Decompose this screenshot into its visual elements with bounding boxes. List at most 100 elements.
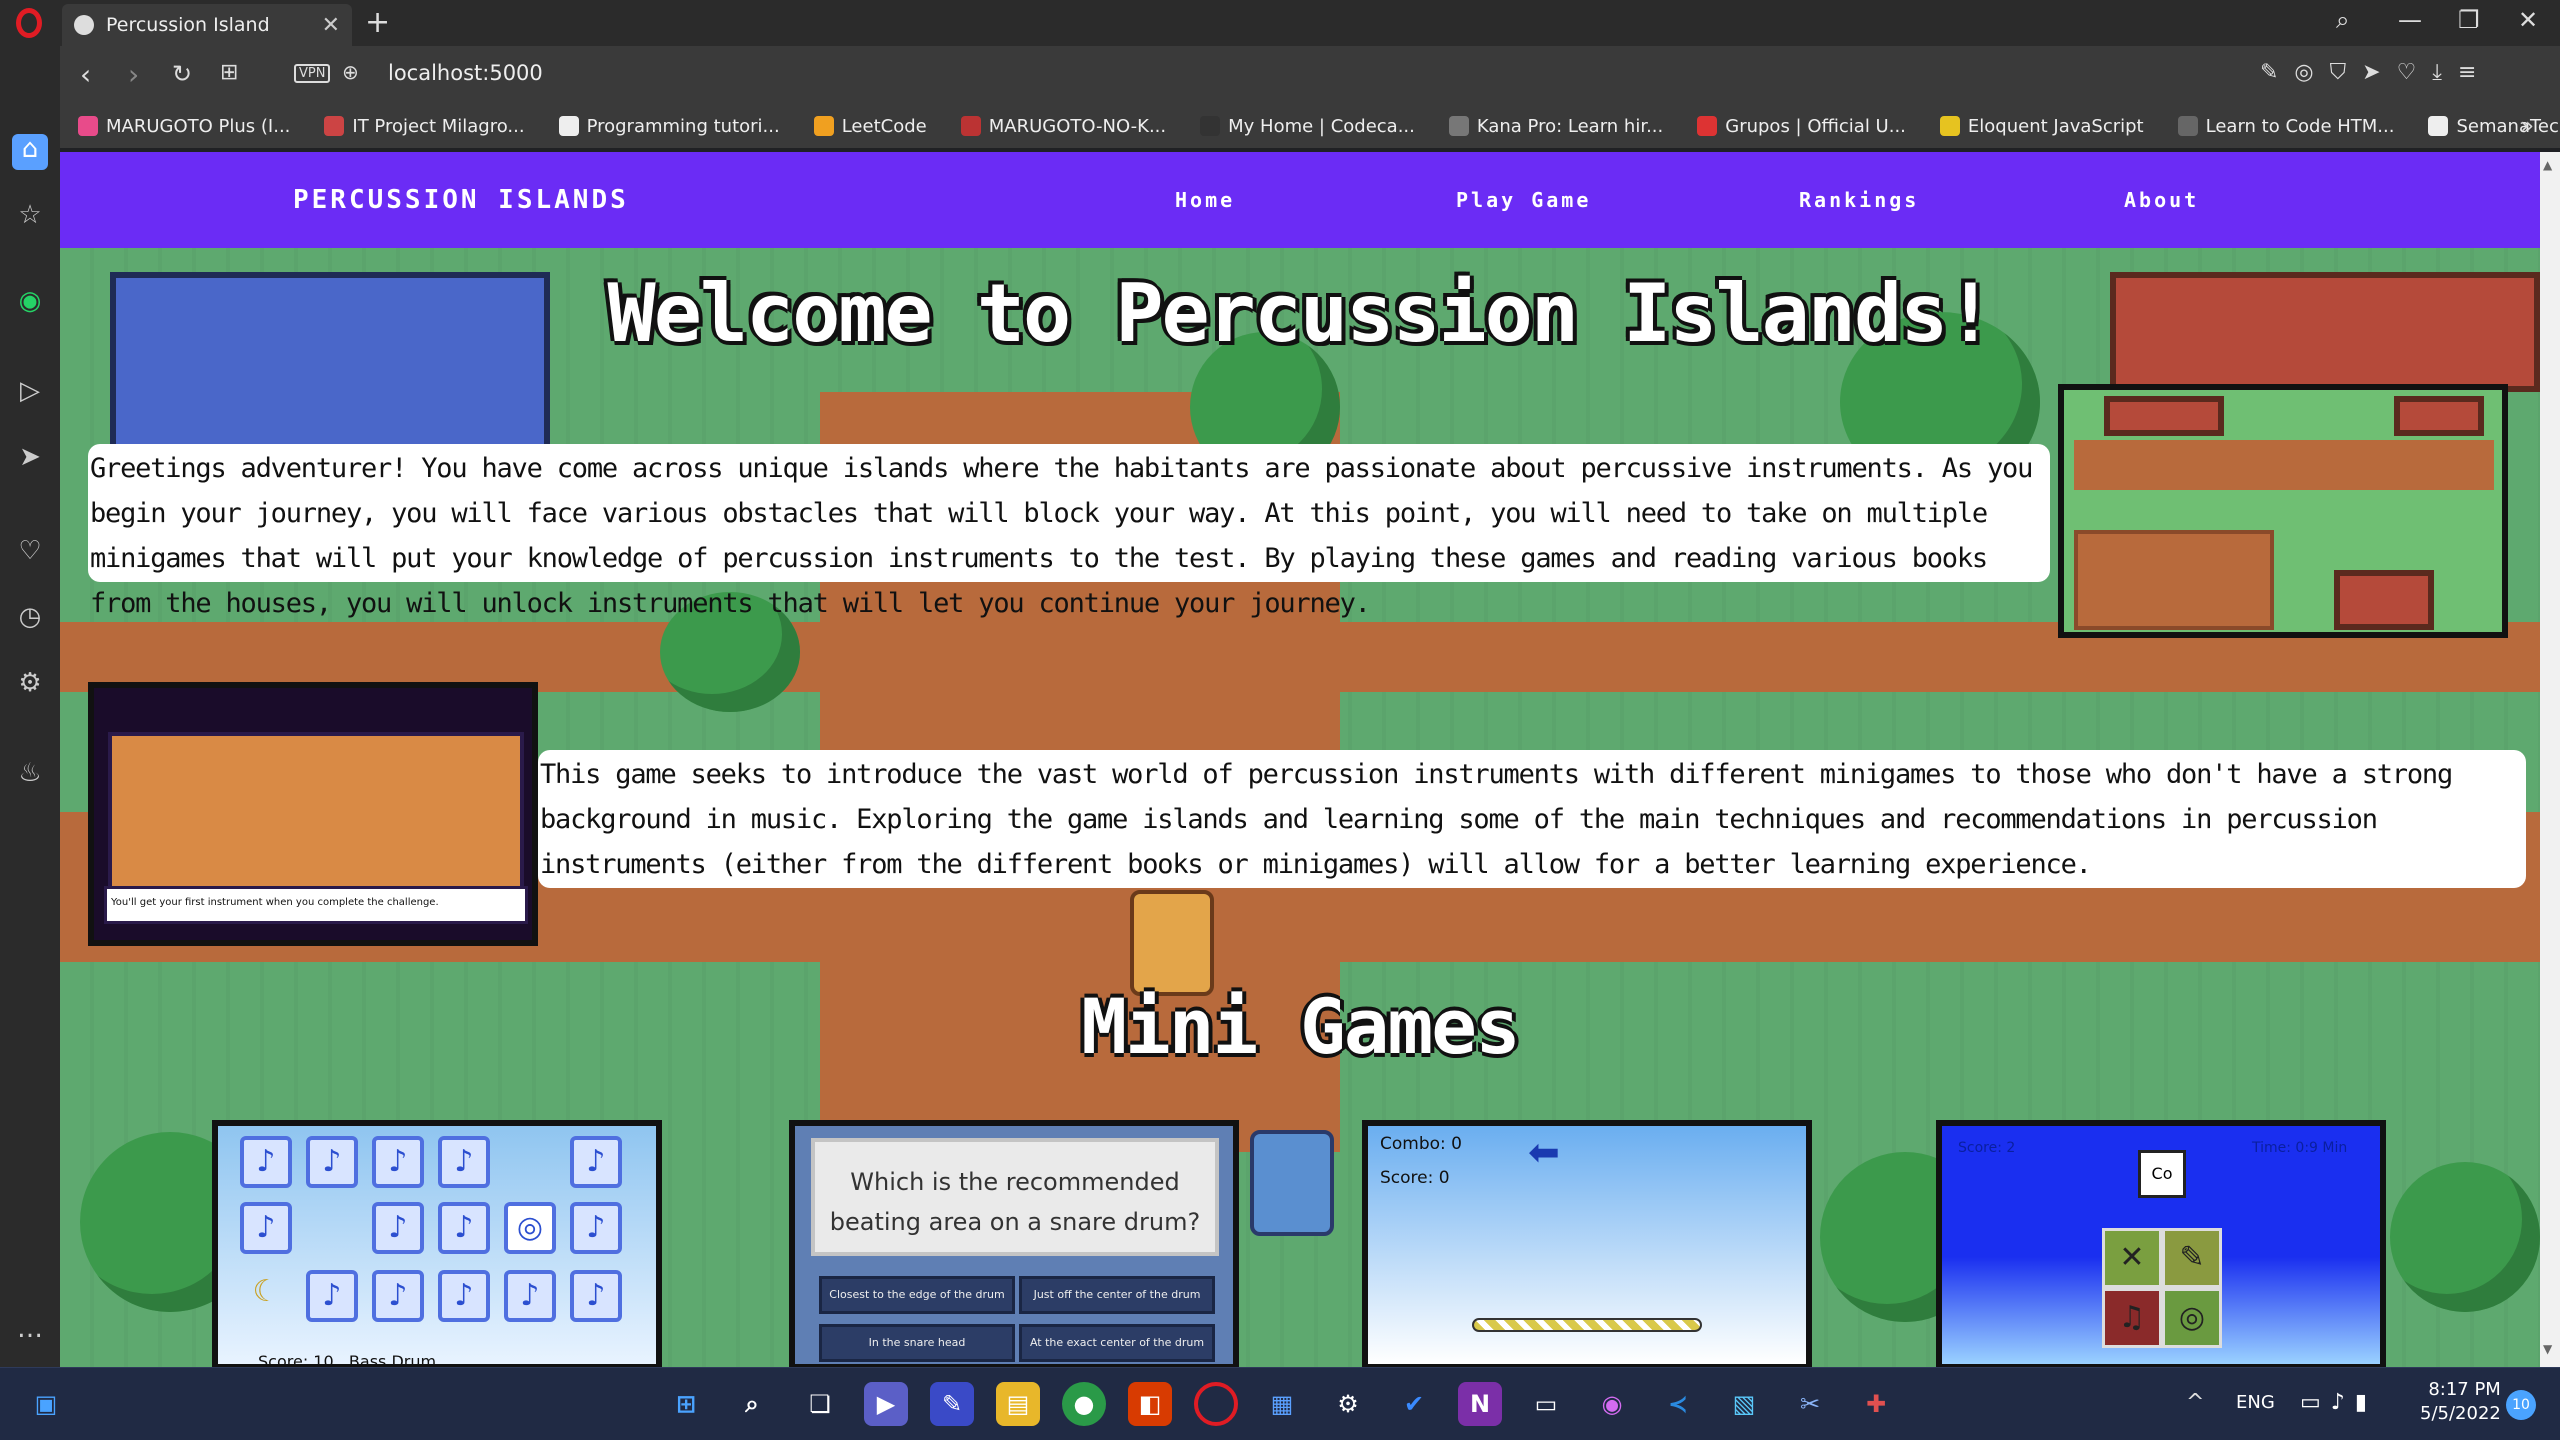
reload-icon[interactable]: ↻ <box>172 60 192 88</box>
toolbar-actions[interactable]: ✎◎⛉➤♡⤓≡ <box>2260 60 2492 85</box>
quiz-game-card[interactable]: Which is the recommended beating area on… <box>789 1120 1239 1367</box>
close-window-icon[interactable]: ✕ <box>2518 6 2538 34</box>
site-info-icon[interactable]: ⊕ <box>342 60 359 84</box>
drum-icon: ◎ <box>504 1202 556 1254</box>
task-view-icon[interactable]: ▣ <box>24 1382 68 1426</box>
bookmark-item[interactable]: My Home | Codeca... <box>1200 116 1415 137</box>
bookmark-icon <box>1939 116 1960 136</box>
todo-icon[interactable]: ✔ <box>1392 1382 1436 1426</box>
bookmark-item[interactable]: LeetCode <box>813 116 927 137</box>
bookmark-item[interactable]: Grupos | Official U... <box>1697 116 1906 137</box>
teams-icon[interactable]: ▶ <box>864 1382 908 1426</box>
new-tab-button[interactable]: + <box>365 5 390 40</box>
send-icon[interactable]: ➤ <box>12 442 48 478</box>
player-icon[interactable]: ▷ <box>12 376 48 412</box>
banana-icon: ☾ <box>252 1274 280 1309</box>
bookmark-icon <box>2428 116 2449 136</box>
github-icon[interactable]: ◉ <box>1590 1382 1634 1426</box>
bookmark-icon <box>1697 116 1718 136</box>
clock[interactable]: 8:17 PM 5/5/2022 <box>2420 1378 2501 1426</box>
left-arrow-icon: ⬅ <box>1528 1130 1560 1174</box>
bookmark-item[interactable]: Eloquent JavaScript <box>1939 116 2144 137</box>
quiz-option[interactable]: Closest to the edge of the drum <box>819 1276 1015 1314</box>
bookmark-item[interactable]: MARUGOTO Plus (I... <box>78 116 290 137</box>
back-icon[interactable]: ‹ <box>80 58 91 91</box>
quiz-option[interactable]: Just off the center of the drum <box>1019 1276 1215 1314</box>
site-brand[interactable]: PERCUSSION ISLANDS <box>293 185 629 215</box>
history-icon[interactable]: ◷ <box>12 602 48 638</box>
music-note-icon: ♪ <box>438 1270 490 1322</box>
tool-icon[interactable]: ✚ <box>1854 1382 1898 1426</box>
quiz-question: Which is the recommended beating area on… <box>811 1138 1219 1256</box>
music-note-icon: ♪ <box>504 1270 556 1322</box>
file-explorer-icon[interactable]: ▤ <box>996 1382 1040 1426</box>
map-house <box>2394 396 2484 436</box>
whatsapp-icon[interactable]: ◉ <box>12 286 48 322</box>
opera-logo-icon[interactable] <box>16 8 42 38</box>
whiteboard-icon[interactable]: ✎ <box>930 1382 974 1426</box>
quiz-option[interactable]: At the exact center of the drum <box>1019 1324 1215 1362</box>
bookmark-item[interactable]: SemanaTec <box>2428 116 2559 137</box>
more-bookmarks-icon[interactable]: » <box>2521 114 2534 139</box>
language-indicator[interactable]: ENG <box>2236 1392 2275 1413</box>
memory-game-card[interactable]: ♪ ♪ ♪ ♪ ♪ ♪ ♪ ♪ ◎ ♪ ☾ ♪ ♪ ♪ ♪ ♪ Score: 1… <box>212 1120 662 1367</box>
bookmark-item[interactable]: MARUGOTO-NO-K... <box>960 116 1166 137</box>
vscode-icon[interactable]: ≺ <box>1656 1382 1700 1426</box>
bookmark-item[interactable]: Learn to Code HTM... <box>2177 116 2394 137</box>
url-field[interactable]: localhost:5000 <box>388 61 543 85</box>
search-icon[interactable]: ⌕ <box>730 1382 774 1426</box>
tabs-grid-icon[interactable]: ⊞ <box>220 60 238 85</box>
nav-play-game-link[interactable]: Play Game <box>1456 188 1591 212</box>
matching-game-card[interactable]: Score: 2 Time: 0:9 Min Co ✕ ✎ ♫ ◎ <box>1936 1120 2386 1367</box>
memory-score: Score: 10 Bass Drum <box>258 1352 437 1367</box>
system-tray-icons[interactable]: ▭♪▮ <box>2300 1390 2377 1415</box>
task-view-button-icon[interactable]: ❏ <box>798 1382 842 1426</box>
close-tab-icon[interactable]: ✕ <box>322 13 340 38</box>
search-tabs-icon[interactable]: ⌕ <box>2336 6 2349 34</box>
more-icon[interactable]: … <box>12 1314 48 1350</box>
music-note-icon: ♪ <box>570 1202 622 1254</box>
office-icon[interactable]: ◧ <box>1128 1382 1172 1426</box>
snipping-icon[interactable]: ✂ <box>1788 1382 1832 1426</box>
speed-dial-icon[interactable]: ☆ <box>12 200 48 236</box>
bookmark-item[interactable]: Kana Pro: Learn hir... <box>1448 116 1663 137</box>
vpn-badge[interactable]: VPN <box>294 64 331 83</box>
map-path <box>2074 440 2494 490</box>
scroll-up-icon[interactable]: ▲ <box>2543 158 2557 178</box>
scrollbar[interactable]: ▲ ▼ <box>2540 152 2560 1367</box>
opera-icon[interactable] <box>1194 1382 1238 1426</box>
notification-badge[interactable]: 10 <box>2506 1390 2536 1420</box>
settings-icon[interactable]: ⚙ <box>12 668 48 704</box>
drumsticks-icon[interactable]: ✕ <box>2102 1228 2162 1288</box>
bookmark-item[interactable]: IT Project Milagro... <box>324 116 525 137</box>
tambourine-icon[interactable]: ◎ <box>2162 1288 2222 1348</box>
photos-icon[interactable]: ▧ <box>1722 1382 1766 1426</box>
terminal-icon[interactable]: ▭ <box>1524 1382 1568 1426</box>
note-tile-icon[interactable]: ♫ <box>2102 1288 2162 1348</box>
nav-rankings-link[interactable]: Rankings <box>1799 188 1919 212</box>
tips-icon[interactable]: ♨ <box>12 758 48 794</box>
onenote-icon[interactable]: N <box>1458 1382 1502 1426</box>
home-icon[interactable]: ⌂ <box>12 134 48 170</box>
bookmark-item[interactable]: Programming tutori... <box>558 116 780 137</box>
rhythm-game-card[interactable]: Combo: 0 Score: 0 ⬅ <box>1362 1120 1812 1367</box>
settings-icon[interactable]: ⚙ <box>1326 1382 1370 1426</box>
scroll-down-icon[interactable]: ▼ <box>2543 1342 2557 1362</box>
chrome-icon[interactable]: ● <box>1062 1382 1106 1426</box>
minimize-icon[interactable]: — <box>2398 6 2422 34</box>
minigames-title: Mini Games <box>1081 982 1521 1071</box>
clock-time: 8:17 PM <box>2428 1379 2501 1400</box>
quiz-option[interactable]: In the snare head <box>819 1324 1015 1362</box>
rhythm-score: Score: 0 <box>1380 1168 1450 1188</box>
nav-home-link[interactable]: Home <box>1175 188 1235 212</box>
nav-about-link[interactable]: About <box>2124 188 2199 212</box>
forward-icon[interactable]: › <box>128 58 139 91</box>
tray-chevron-icon[interactable]: ^ <box>2186 1390 2204 1415</box>
start-icon[interactable]: ⊞ <box>664 1382 708 1426</box>
about-paragraph: This game seeks to introduce the vast wo… <box>538 750 2526 888</box>
heart-icon[interactable]: ♡ <box>12 536 48 572</box>
browser-tab[interactable]: Percussion Island ✕ <box>62 4 352 46</box>
restore-icon[interactable]: ❐ <box>2458 6 2480 34</box>
mallet-icon[interactable]: ✎ <box>2162 1228 2222 1288</box>
store-icon[interactable]: ▦ <box>1260 1382 1304 1426</box>
